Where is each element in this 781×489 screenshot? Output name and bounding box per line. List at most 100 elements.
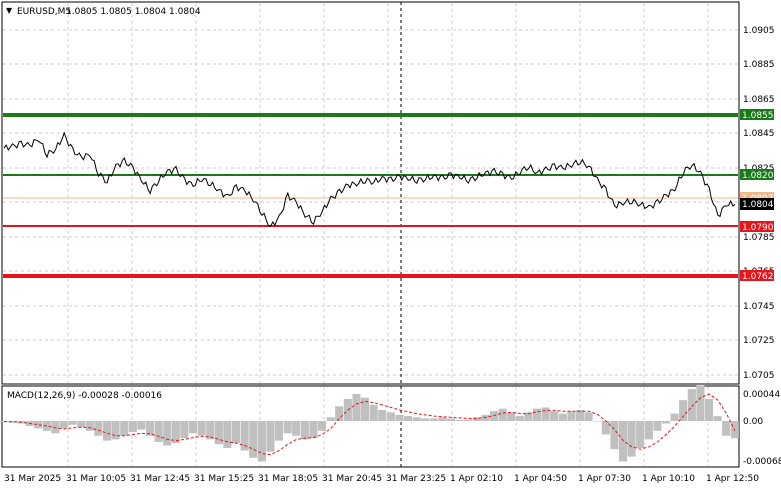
macd-histogram-bar <box>567 411 576 421</box>
macd-histogram-bar <box>610 421 619 450</box>
macd-histogram-bar <box>77 421 86 428</box>
macd-histogram-bar <box>378 410 387 421</box>
ohlc-values: 1.0805 1.0805 1.0804 1.0804 <box>66 7 201 17</box>
time-tick: 1 Apr 04:50 <box>514 474 567 484</box>
macd-histogram-bar <box>601 421 610 435</box>
macd-histogram-bar <box>309 421 318 439</box>
macd-histogram-bar <box>550 411 559 421</box>
macd-histogram-bar <box>249 421 258 458</box>
macd-histogram-bar <box>154 421 163 442</box>
macd-histogram-bar <box>240 421 249 451</box>
macd-histogram-bar <box>395 414 404 421</box>
price-panel[interactable] <box>1 1 740 385</box>
macd-histogram-bar <box>558 413 567 421</box>
macd-histogram-bar <box>103 421 112 441</box>
time-tick: 31 Mar 15:25 <box>194 474 254 484</box>
price-tick: 1.0705 <box>743 371 775 381</box>
macd-histogram-bar <box>438 417 447 421</box>
macd-histogram-bar <box>644 421 653 440</box>
symbol-label: EURUSD,M5 <box>17 7 71 17</box>
macd-histogram-bar <box>300 421 309 440</box>
macd-histogram-bar <box>421 418 430 421</box>
time-tick: 1 Apr 07:30 <box>578 474 631 484</box>
symbol-menu-icon[interactable]: ▼ <box>6 6 13 15</box>
macd-histogram-bar <box>188 421 197 434</box>
level-label: 1.0820 <box>742 171 774 181</box>
macd-histogram-bar <box>455 419 464 421</box>
macd-histogram-bar <box>429 418 438 421</box>
macd-histogram-bar <box>619 421 628 462</box>
macd-histogram-bar <box>464 419 473 421</box>
macd-tick: 0.00044 <box>743 390 780 400</box>
macd-histogram-bar <box>696 385 705 421</box>
macd-histogram-bar <box>274 421 283 441</box>
time-tick: 31 Mar 12:45 <box>130 474 190 484</box>
time-tick: 31 Mar 10:05 <box>66 474 126 484</box>
macd-histogram-bar <box>163 421 172 446</box>
macd-histogram-bar <box>705 398 714 421</box>
time-tick: 31 Mar 20:45 <box>322 474 382 484</box>
price-tick: 1.0785 <box>743 233 775 243</box>
macd-histogram-bar <box>128 421 137 432</box>
level-label: 1.0855 <box>742 111 774 121</box>
time-tick: 1 Apr 10:10 <box>642 474 695 484</box>
time-tick: 31 Mar 23:25 <box>386 474 446 484</box>
time-tick: 31 Mar 2025 <box>4 474 61 484</box>
macd-histogram-bar <box>257 421 266 462</box>
macd-histogram-bar <box>85 421 94 431</box>
current-price-tag: 1.0804 <box>742 200 774 210</box>
macd-histogram-bar <box>507 412 516 421</box>
time-tick: 1 Apr 12:50 <box>706 474 759 484</box>
macd-histogram-bar <box>687 389 696 421</box>
macd-histogram-bar <box>283 421 292 434</box>
macd-histogram-bar <box>94 421 103 436</box>
macd-histogram-bar <box>111 421 120 440</box>
price-tick: 1.0905 <box>743 26 775 36</box>
macd-histogram-bar <box>317 421 326 431</box>
macd-histogram-bar <box>266 421 275 452</box>
macd-tick: -0.00068 <box>743 457 781 467</box>
macd-histogram-bar <box>653 421 662 431</box>
macd-histogram-bar <box>412 417 421 421</box>
time-axis[interactable]: 31 Mar 2025 31 Mar 10:05 31 Mar 12:45 31… <box>4 474 759 484</box>
macd-histogram-bar <box>533 408 542 421</box>
chart-window[interactable]: ▼ EURUSD,M5 1.0805 1.0805 1.0804 1.0804 … <box>0 0 781 489</box>
macd-histogram-bar <box>360 397 369 421</box>
price-tick: 1.0845 <box>743 129 775 139</box>
price-tick: 1.0745 <box>743 302 775 312</box>
level-label: 1.0762 <box>742 272 774 282</box>
time-tick: 31 Mar 18:05 <box>258 474 318 484</box>
macd-histogram-bar <box>326 417 335 421</box>
macd-histogram-bar <box>120 421 129 436</box>
macd-histogram-bar <box>231 421 240 444</box>
macd-histogram-bar <box>51 421 60 434</box>
macd-histogram-bar <box>403 416 412 421</box>
macd-histogram-bar <box>137 421 146 430</box>
macd-histogram-bar <box>627 421 636 457</box>
price-tick: 1.0885 <box>743 60 775 70</box>
time-tick: 1 Apr 02:10 <box>450 474 503 484</box>
macd-histogram-bar <box>498 408 507 421</box>
macd-histogram-bar <box>636 421 645 448</box>
macd-title: MACD(12,26,9) -0.00028 -0.00016 <box>7 391 162 401</box>
price-tick: 1.0725 <box>743 336 775 346</box>
macd-histogram-bar <box>722 421 731 436</box>
macd-histogram-bar <box>713 416 722 421</box>
macd-histogram-bar <box>68 421 77 425</box>
macd-histogram-bar <box>386 412 395 421</box>
macd-histogram-bar <box>223 421 232 448</box>
macd-histogram-bar <box>541 407 550 421</box>
macd-histogram-bar <box>593 421 602 422</box>
macd-histogram-bar <box>584 412 593 421</box>
macd-histogram-bar <box>662 421 671 424</box>
macd-histogram-bar <box>515 416 524 421</box>
macd-histogram-bar <box>214 421 223 445</box>
chart-canvas[interactable]: ▼ EURUSD,M5 1.0805 1.0805 1.0804 1.0804 … <box>0 0 781 489</box>
macd-histogram-bar <box>481 414 490 421</box>
macd-histogram-bar <box>446 418 455 421</box>
macd-axis: 0.00044 0.00 -0.00068 <box>743 390 781 467</box>
macd-histogram-bar <box>670 413 679 421</box>
price-tick: 1.0865 <box>743 95 775 105</box>
macd-histogram-bar <box>292 421 301 436</box>
macd-tick: 0.00 <box>743 417 763 427</box>
